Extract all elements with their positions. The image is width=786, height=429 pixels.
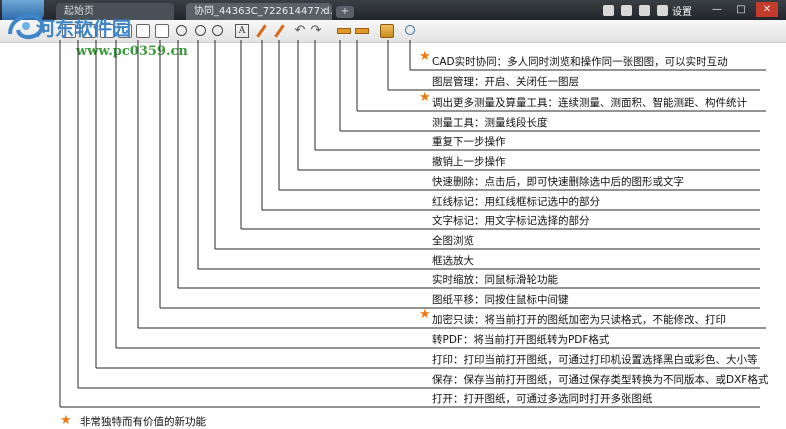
annotation-label: 实时缩放：同鼠标滑轮功能 [432, 274, 558, 286]
annotation-label: 保存：保存当前打开图纸，可通过保存类型转换为不同版本、或DXF格式 [432, 374, 769, 386]
annotation-label: 全图浏览 [432, 235, 474, 247]
annotation-label: 撤销上一步操作 [432, 156, 506, 168]
annotation-label: 图层管理：开启、关闭任一图层 [432, 76, 579, 88]
annotation-label: 文字标记：用文字标记选择的部分 [432, 215, 590, 227]
legend-text: 非常独特而有价值的新功能 [80, 416, 206, 428]
annotation-label: 调出更多测量及算量工具：连续测量、测面积、智能测距、构件统计 [432, 97, 747, 109]
annotation-label: 打开：打开图纸，可通过多选同时打开多张图纸 [432, 393, 653, 405]
new-feature-star-icon: ★ [419, 90, 431, 105]
annotation-label: 打印：打印当前打开图纸，可通过打印机设置选择黑白或彩色、大小等 [432, 354, 758, 366]
annotation-label: 重复下一步操作 [432, 136, 506, 148]
legend-star-icon: ★ [60, 413, 72, 428]
annotation-label: 加密只读：将当前打开的图纸加密为只读格式，不能修改、打印 [432, 314, 726, 326]
annotation-label: CAD实时协同：多人同时浏览和操作同一张图图，可以实时互动 [432, 56, 728, 68]
annotation-label: 测量工具：测量线段长度 [432, 117, 548, 129]
new-feature-star-icon: ★ [419, 49, 431, 64]
new-feature-star-icon: ★ [419, 307, 431, 322]
annotation-label: 图纸平移：同按住鼠标中间键 [432, 294, 569, 306]
annotation-label: 快速删除：点击后，即可快速删除选中后的图形或文字 [432, 176, 684, 188]
annotation-label: 转PDF：将当前打开图纸转为PDF格式 [432, 334, 610, 346]
annotation-label: 框选放大 [432, 255, 474, 267]
annotation-label: 红线标记：用红线框标记选中的部分 [432, 196, 600, 208]
